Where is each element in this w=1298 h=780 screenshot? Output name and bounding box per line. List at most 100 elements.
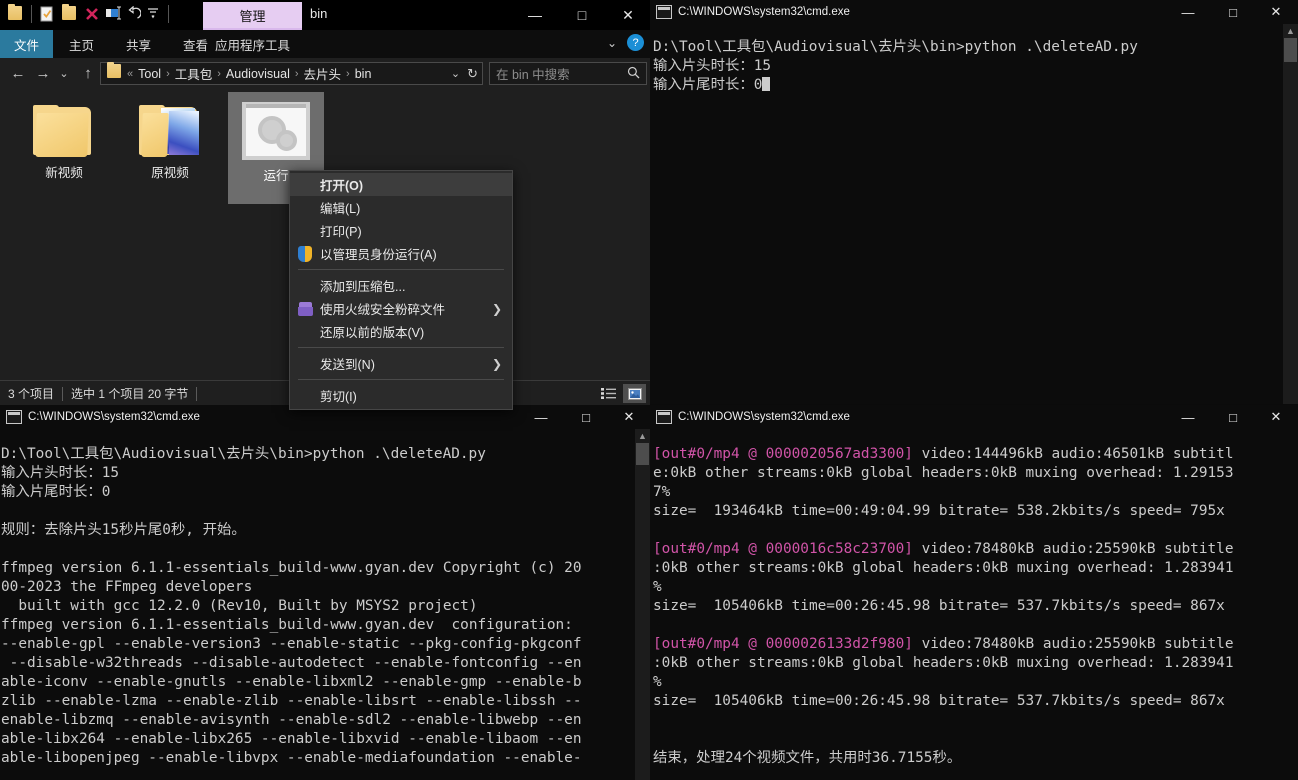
console-window-top-right: C:\WINDOWS\system32\cmd.exe — □ ✕ D:\Too…	[650, 0, 1298, 404]
list-item-label: 新视频	[45, 162, 83, 181]
refresh-icon[interactable]: ↻	[467, 66, 478, 82]
console-highlight-text: [out#0/mp4 @ 0000026133d2f980]	[653, 636, 913, 652]
shredder-icon	[290, 302, 320, 316]
new-folder-icon[interactable]	[62, 6, 80, 24]
breadcrumb[interactable]: « Tool › 工具包 › Audiovisual › 去片头 › bin ⌄…	[100, 62, 483, 85]
status-selection: 选中 1 个项目 20 字节	[63, 385, 196, 402]
chevron-down-icon-address[interactable]: ⌄	[451, 67, 460, 80]
console-output: D:\Tool\工具包\Audiovisual\去片头\bin>python .…	[1, 445, 629, 768]
breadcrumb-separator: ›	[343, 68, 353, 80]
menu-item-cut[interactable]: 剪切(I)	[290, 384, 512, 407]
scrollbar-thumb[interactable]	[1284, 38, 1297, 62]
list-item[interactable]: 原视频	[122, 92, 218, 204]
scrollbar-thumb[interactable]	[636, 443, 649, 465]
breadcrumb-lead: «	[124, 68, 136, 80]
maximize-button[interactable]: □	[559, 0, 605, 30]
menu-item-run-as-administrator[interactable]: 以管理员身份运行(A)	[290, 242, 512, 265]
console-title-bar[interactable]: C:\WINDOWS\system32\cmd.exe — □ ✕	[650, 0, 1298, 24]
cmd-icon	[656, 410, 672, 424]
rename-icon[interactable]	[105, 6, 123, 24]
minimize-button[interactable]: —	[1166, 0, 1210, 24]
submenu-arrow-icon: ❯	[492, 357, 506, 371]
menu-item-open[interactable]: 打开(O)	[290, 173, 512, 196]
menu-item-send-to[interactable]: 发送到(N) ❯	[290, 352, 512, 375]
forward-button[interactable]: →	[31, 58, 55, 88]
contextual-tab-label: 管理	[239, 6, 265, 25]
scroll-up-arrow-icon[interactable]: ▲	[635, 429, 650, 443]
menu-item-print[interactable]: 打印(P)	[290, 219, 512, 242]
tab-home[interactable]: 主页	[53, 30, 110, 58]
console-title: C:\WINDOWS\system32\cmd.exe	[678, 411, 850, 423]
minimize-button[interactable]: —	[512, 0, 558, 30]
tab-share-label: 共享	[126, 35, 151, 54]
menu-item-huorong-shred-file[interactable]: 使用火绒安全粉碎文件 ❯	[290, 297, 512, 320]
ribbon-tab-bar: 文件 主页 共享 查看 应用程序工具 ⌄ ?	[0, 30, 650, 58]
console-title-bar[interactable]: C:\WINDOWS\system32\cmd.exe — □ ✕	[650, 405, 1298, 429]
breadcrumb-item-bin[interactable]: bin	[353, 67, 374, 81]
folder-icon[interactable]	[8, 6, 26, 24]
batch-script-icon	[242, 102, 310, 160]
cmd-icon	[656, 5, 672, 19]
toolbar-divider	[31, 5, 32, 23]
maximize-button[interactable]: □	[564, 405, 608, 429]
breadcrumb-item-tool[interactable]: Tool	[136, 67, 163, 81]
menu-item-label: 打开(O)	[320, 175, 363, 194]
console-window-bottom-right: C:\WINDOWS\system32\cmd.exe — □ ✕ [out#0…	[650, 405, 1298, 780]
contextual-tab-manage[interactable]: 管理	[203, 2, 302, 28]
desktop: 管理 bin — □ ✕ 文件 主页 共享 查看 应用程序工具 ⌄ ? ← → …	[0, 0, 1298, 780]
minimize-button[interactable]: —	[1166, 405, 1210, 429]
breadcrumb-item-qupiantou[interactable]: 去片头	[302, 64, 344, 83]
close-button[interactable]: ✕	[607, 405, 650, 429]
minimize-button[interactable]: —	[519, 405, 563, 429]
chevron-down-icon[interactable]: ⌄	[607, 36, 617, 50]
close-button[interactable]: ✕	[1254, 405, 1298, 429]
help-icon[interactable]: ?	[627, 34, 644, 51]
maximize-button[interactable]: □	[1211, 405, 1255, 429]
menu-item-restore-previous-versions[interactable]: 还原以前的版本(V)	[290, 320, 512, 343]
details-view-icon[interactable]	[597, 384, 620, 403]
tab-file[interactable]: 文件	[0, 30, 53, 58]
tab-share[interactable]: 共享	[110, 30, 167, 58]
search-icon[interactable]	[627, 66, 640, 82]
up-button[interactable]: ↑	[76, 58, 100, 88]
recent-locations-button[interactable]: ⌄	[55, 58, 73, 88]
breadcrumb-item-toolpack[interactable]: 工具包	[173, 64, 215, 83]
delete-icon[interactable]	[84, 6, 102, 24]
customize-quick-access-icon[interactable]	[146, 6, 164, 24]
text-caret	[762, 77, 770, 91]
console-text: video:78480kB audio:25590kB subtitle :0k…	[653, 636, 1234, 766]
breadcrumb-item-audiovisual[interactable]: Audiovisual	[224, 67, 292, 81]
undo-icon[interactable]	[126, 6, 144, 24]
console-window-bottom-left: C:\WINDOWS\system32\cmd.exe — □ ✕ D:\Too…	[0, 405, 650, 780]
menu-item-label: 使用火绒安全粉碎文件	[320, 299, 445, 318]
maximize-button[interactable]: □	[1211, 0, 1255, 24]
scroll-up-arrow-icon[interactable]: ▲	[1283, 24, 1298, 38]
folder-icon-large	[33, 105, 95, 157]
search-input[interactable]: 在 bin 中搜索	[489, 62, 647, 85]
back-button[interactable]: ←	[6, 58, 30, 88]
breadcrumb-separator: ›	[214, 68, 224, 80]
menu-item-label: 剪切(I)	[320, 386, 357, 405]
list-item[interactable]: 新视频	[16, 92, 112, 204]
menu-item-add-to-archive[interactable]: 添加到压缩包...	[290, 274, 512, 297]
window-title: bin	[310, 6, 327, 21]
folder-pictures-icon-large	[139, 105, 201, 157]
menu-item-label: 打印(P)	[320, 221, 362, 240]
menu-item-label: 编辑(L)	[320, 198, 360, 217]
explorer-title-bar[interactable]: 管理 bin — □ ✕	[0, 0, 650, 30]
context-menu[interactable]: 打开(O) 编辑(L) 打印(P) 以管理员身份运行(A) 添加到压缩包... …	[289, 170, 513, 410]
close-button[interactable]: ✕	[605, 0, 650, 30]
large-icons-view-icon[interactable]	[623, 384, 646, 403]
properties-icon[interactable]	[39, 6, 57, 24]
console-title: C:\WINDOWS\system32\cmd.exe	[28, 411, 200, 423]
menu-separator	[298, 347, 504, 348]
tab-application-tools[interactable]: 应用程序工具	[196, 30, 309, 58]
address-bar: ← → ⌄ ↑ « Tool › 工具包 › Audiovisual › 去片头…	[0, 58, 650, 88]
tab-file-label: 文件	[14, 35, 39, 54]
close-button[interactable]: ✕	[1254, 0, 1298, 24]
submenu-arrow-icon: ❯	[492, 302, 506, 316]
console-scrollbar[interactable]: ▲	[1283, 24, 1298, 404]
console-text: D:\Tool\工具包\Audiovisual\去片头\bin>python .…	[653, 39, 1138, 93]
menu-item-edit[interactable]: 编辑(L)	[290, 196, 512, 219]
console-scrollbar[interactable]: ▲	[635, 429, 650, 780]
